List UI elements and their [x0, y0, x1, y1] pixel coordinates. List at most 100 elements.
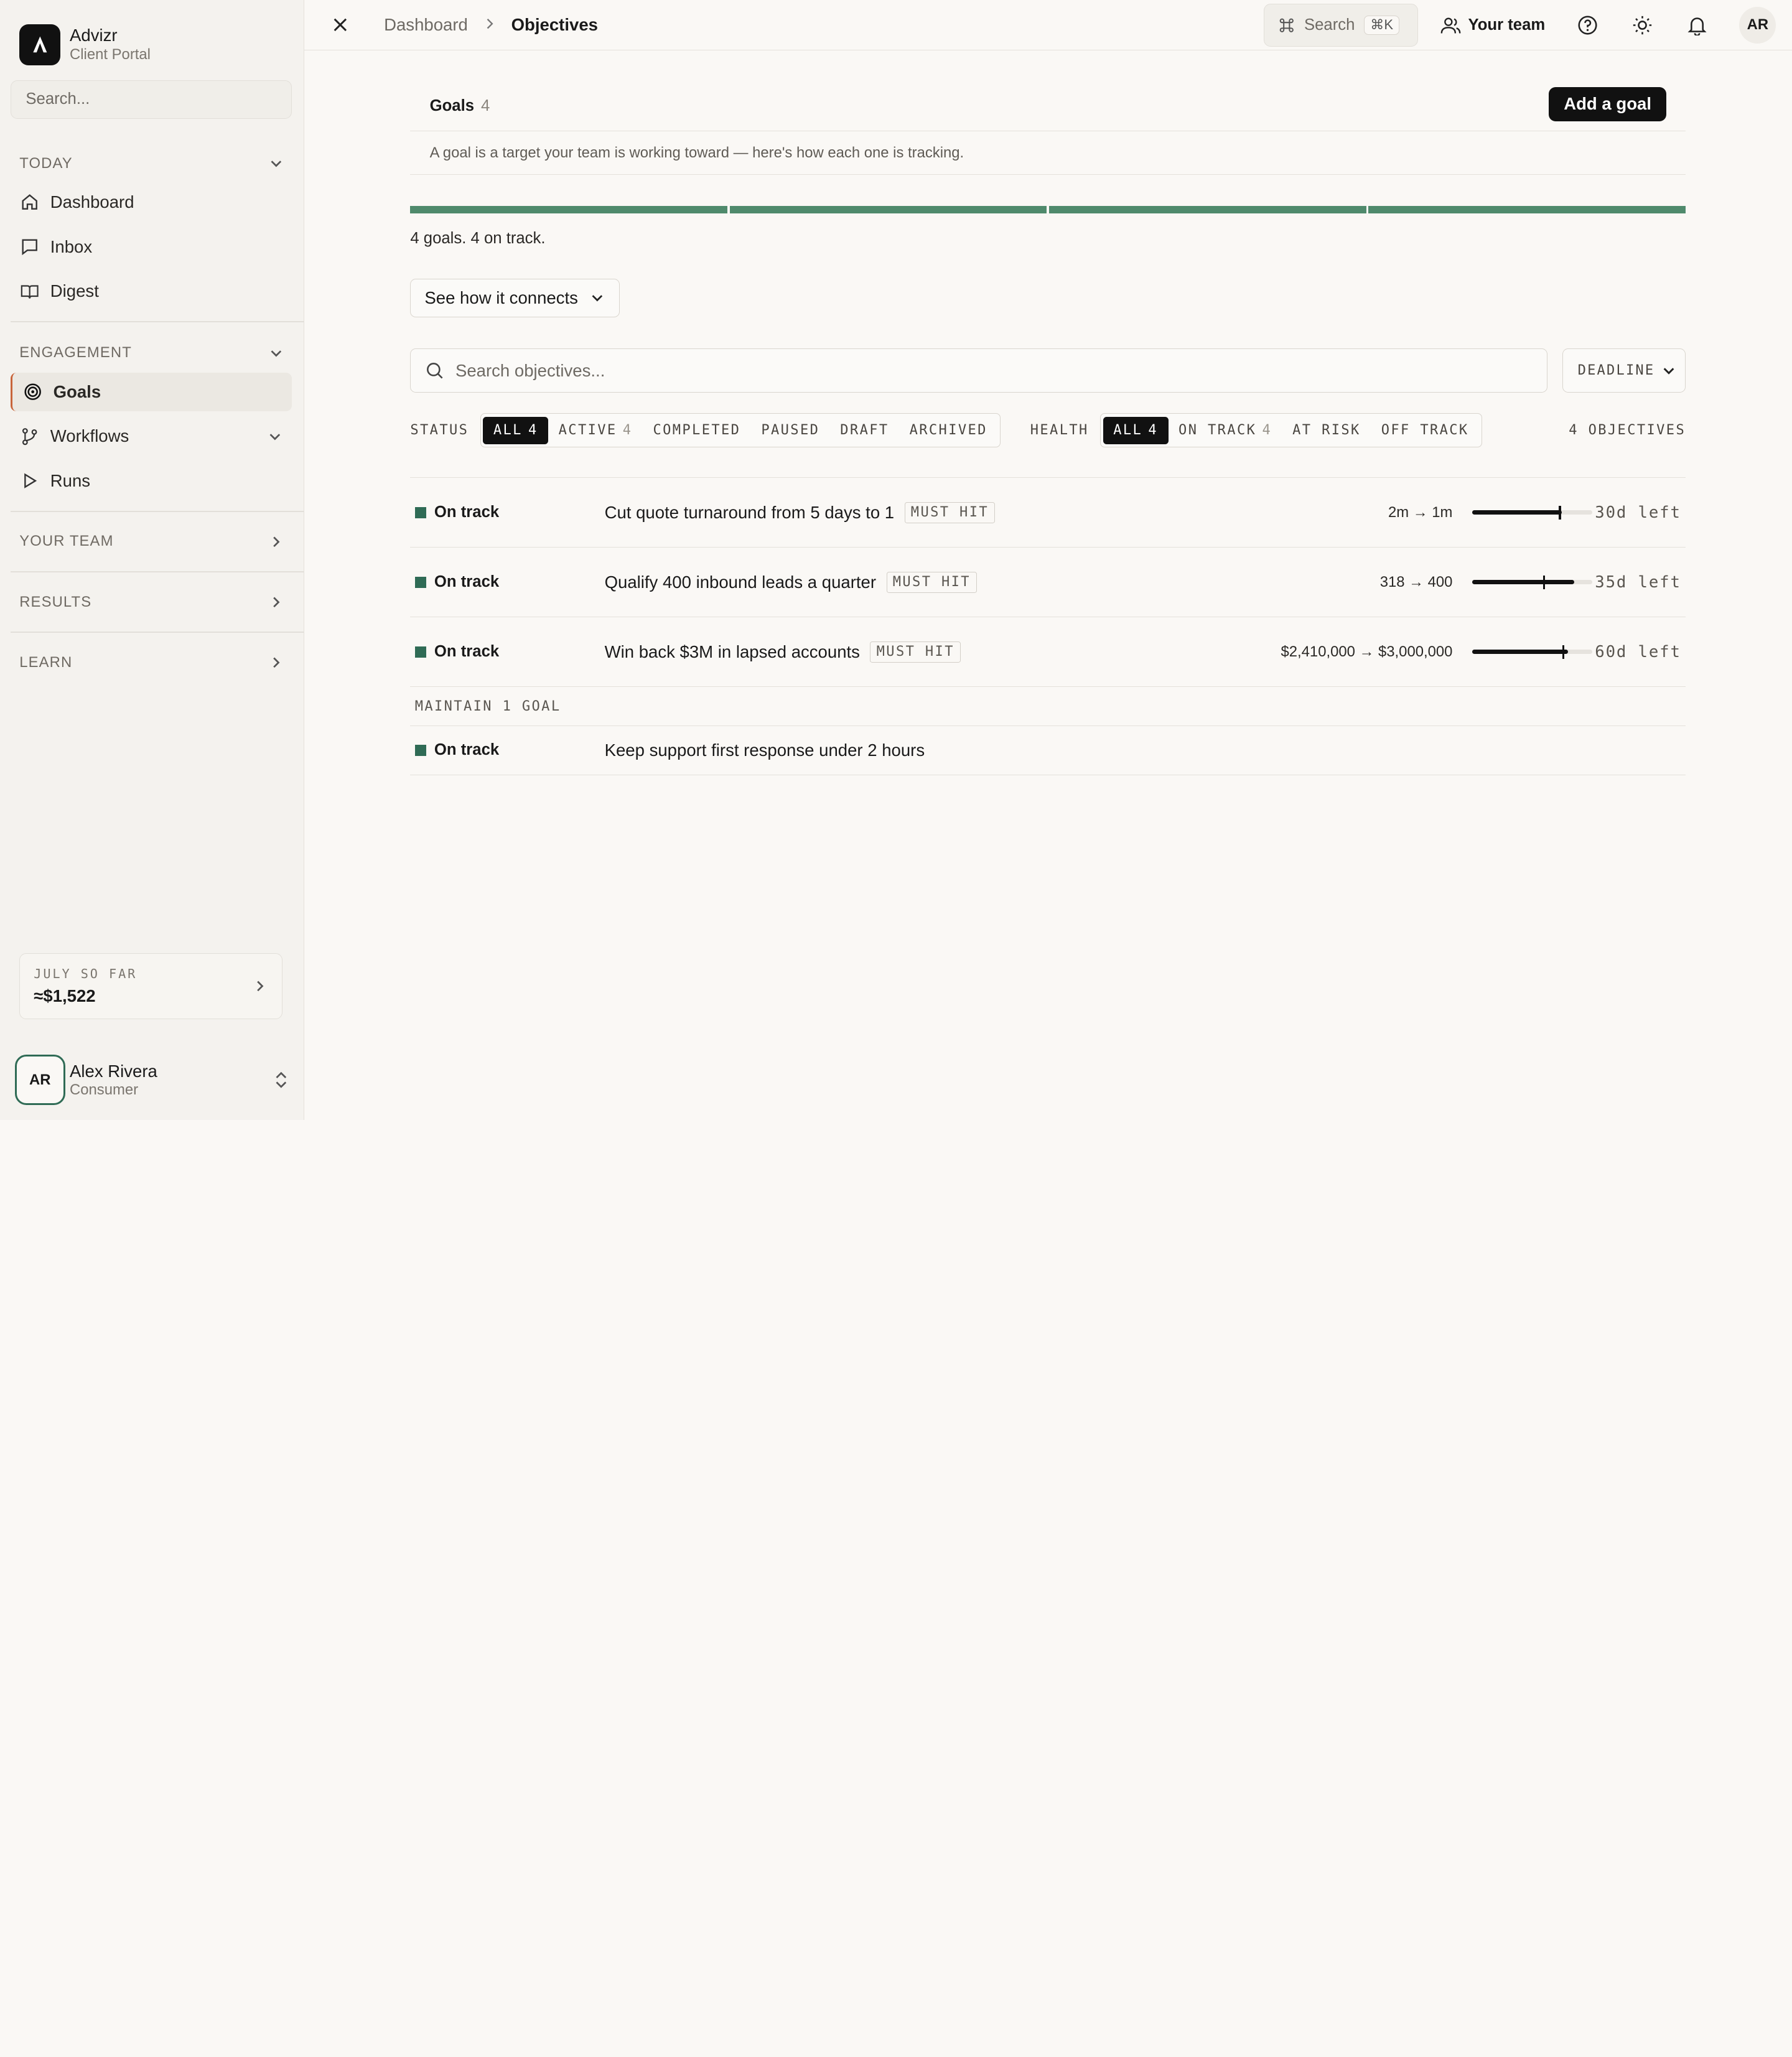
track-summary: 4 goals. 4 on track.	[410, 230, 546, 248]
status-filter-all[interactable]: ALL 4	[483, 416, 549, 444]
home-icon	[19, 192, 40, 213]
section-results-header[interactable]: RESULTS	[0, 572, 304, 632]
priority-tag: MUST HIT	[886, 571, 978, 593]
filter-count: 4	[1148, 422, 1159, 439]
branch-icon	[19, 426, 40, 447]
health-filter-at-risk[interactable]: AT RISK	[1282, 417, 1371, 444]
maintain-group-header: MAINTAIN 1 GOAL	[410, 687, 1686, 726]
filter-label: PAUSED	[761, 422, 820, 439]
objective-row[interactable]: On track Cut quote turnaround from 5 day…	[410, 478, 1686, 548]
section-engagement-header[interactable]: ENGAGEMENT	[0, 338, 304, 368]
section-your-team-header[interactable]: YOUR TEAM	[0, 512, 304, 572]
sidebar-item-label: Goals	[53, 381, 101, 401]
objectives-list: On track Cut quote turnaround from 5 day…	[410, 477, 1686, 775]
status-square-icon	[414, 576, 427, 588]
status-filter-completed[interactable]: COMPLETED	[643, 417, 751, 444]
sidebar-item-label: Dashboard	[50, 192, 134, 212]
status-filter-label: STATUS	[410, 422, 469, 439]
sidebar-item-workflows[interactable]: Workflows	[11, 417, 292, 455]
status-filter-group: ALL 4 ACTIVE 4 COMPLETED PAUSED DRAFT ARCH…	[480, 413, 1001, 448]
status-filter-archived[interactable]: ARCHIVED	[899, 417, 997, 444]
objective-row[interactable]: On track Keep support first response und…	[410, 726, 1686, 775]
objective-row[interactable]: On track Win back $3M in lapsed accounts…	[410, 617, 1686, 688]
breadcrumb-separator-icon	[484, 16, 495, 34]
chevron-right-icon	[273, 657, 280, 668]
sidebar-item-label: Digest	[50, 281, 99, 301]
filter-label: ON TRACK	[1178, 422, 1257, 439]
close-icon[interactable]	[329, 14, 352, 37]
objective-search-input[interactable]: Search objectives...	[410, 348, 1547, 393]
status-square-icon	[414, 744, 427, 756]
status-badge: On track	[410, 573, 604, 591]
brand-subtitle: Client Portal	[70, 46, 151, 63]
sort-select[interactable]: DEADLINE	[1562, 348, 1686, 393]
sidebar-item-dashboard[interactable]: Dashboard	[11, 183, 292, 222]
breadcrumb-current: Objectives	[511, 14, 598, 34]
status-square-icon	[414, 506, 427, 518]
help-icon[interactable]	[1575, 12, 1600, 37]
chevron-right-icon	[273, 597, 280, 608]
sidebar-item-digest[interactable]: Digest	[11, 272, 292, 310]
sidebar-item-label: Runs	[50, 471, 91, 491]
objective-search-row: Search objectives... DEADLINE	[410, 348, 1686, 393]
priority-tag: MUST HIT	[904, 501, 996, 523]
july-spend-card[interactable]: JULY SO FAR ≈$1,522	[19, 953, 282, 1020]
sidebar-item-runs[interactable]: Runs	[11, 462, 292, 500]
command-icon	[1278, 17, 1295, 34]
section-learn-header[interactable]: LEARN	[0, 633, 304, 693]
chevron-down-icon	[269, 433, 280, 441]
filter-label: DRAFT	[840, 422, 889, 439]
health-filter-off-track[interactable]: OFF TRACK	[1371, 417, 1479, 444]
progress-target-tick	[1562, 645, 1565, 659]
july-card-label: JULY SO FAR	[34, 966, 138, 982]
goals-title: Goals 4	[430, 97, 490, 115]
sidebar-item-goals[interactable]: Goals	[10, 372, 292, 412]
play-icon	[19, 471, 40, 492]
health-filter-label: HEALTH	[1030, 422, 1089, 439]
objective-name: Qualify 400 inbound leads a quarter	[604, 572, 877, 592]
app-root: Advizr Client Portal Search... TODAY Das…	[0, 0, 1792, 1120]
chevron-down-icon	[1664, 367, 1674, 375]
target-icon	[22, 381, 43, 402]
objective-range: 318 → 400	[1379, 573, 1453, 590]
health-filter-all[interactable]: ALL 4	[1103, 416, 1169, 444]
status-badge: On track	[410, 503, 604, 521]
health-filter-on-track[interactable]: ON TRACK 4	[1169, 417, 1282, 444]
status-text: On track	[434, 741, 500, 759]
filter-label: ALL	[493, 422, 523, 439]
section-today-header[interactable]: TODAY	[0, 149, 304, 179]
bell-icon[interactable]	[1684, 12, 1709, 37]
july-card-value: ≈$1,522	[34, 986, 96, 1005]
chevron-down-icon	[592, 295, 603, 302]
brand[interactable]: Advizr Client Portal	[0, 0, 304, 71]
goals-panel: Goals 4 Add a goal A goal is a target you…	[410, 50, 1686, 775]
chevron-right-icon	[273, 536, 280, 547]
add-goal-button[interactable]: Add a goal	[1549, 86, 1666, 121]
book-icon	[19, 281, 40, 302]
track-segment	[1368, 205, 1686, 214]
status-filter-draft[interactable]: DRAFT	[830, 417, 899, 444]
sidebar: Advizr Client Portal Search... TODAY Das…	[0, 0, 304, 1120]
breadcrumb-dashboard[interactable]: Dashboard	[384, 15, 468, 35]
sidebar-search-input[interactable]: Search...	[10, 80, 292, 119]
status-filter-paused[interactable]: PAUSED	[751, 417, 830, 444]
see-how-it-connects-button[interactable]: See how it connects	[410, 278, 620, 318]
objective-name: Win back $3M in lapsed accounts	[604, 641, 860, 661]
filter-count: 4	[622, 422, 633, 439]
objective-range: $2,410,000 → $3,000,000	[1281, 643, 1453, 660]
connect-label: See how it connects	[424, 287, 578, 307]
sidebar-item-inbox[interactable]: Inbox	[11, 227, 292, 266]
health-filter-group: ALL 4 ON TRACK 4 AT RISK OFF TRACK	[1100, 413, 1482, 448]
user-menu[interactable]: AR Alex Rivera Consumer	[14, 1053, 289, 1106]
filter-row: STATUS ALL 4 ACTIVE 4 COMPLETED PAUSED DRA…	[410, 413, 1686, 448]
sun-icon[interactable]	[1630, 12, 1654, 37]
account-avatar[interactable]: AR	[1739, 7, 1776, 44]
objective-name: Cut quote turnaround from 5 days to 1	[604, 502, 895, 522]
objective-row[interactable]: On track Qualify 400 inbound leads a qua…	[410, 548, 1686, 618]
sidebar-item-label: Workflows	[50, 426, 129, 446]
brand-name: Advizr	[70, 26, 118, 45]
your-team-button[interactable]: Your team	[1440, 16, 1545, 34]
goals-header: Goals 4 Add a goal	[410, 50, 1686, 132]
status-filter-active[interactable]: ACTIVE 4	[548, 417, 643, 444]
global-search-button[interactable]: Search ⌘K	[1263, 3, 1418, 47]
